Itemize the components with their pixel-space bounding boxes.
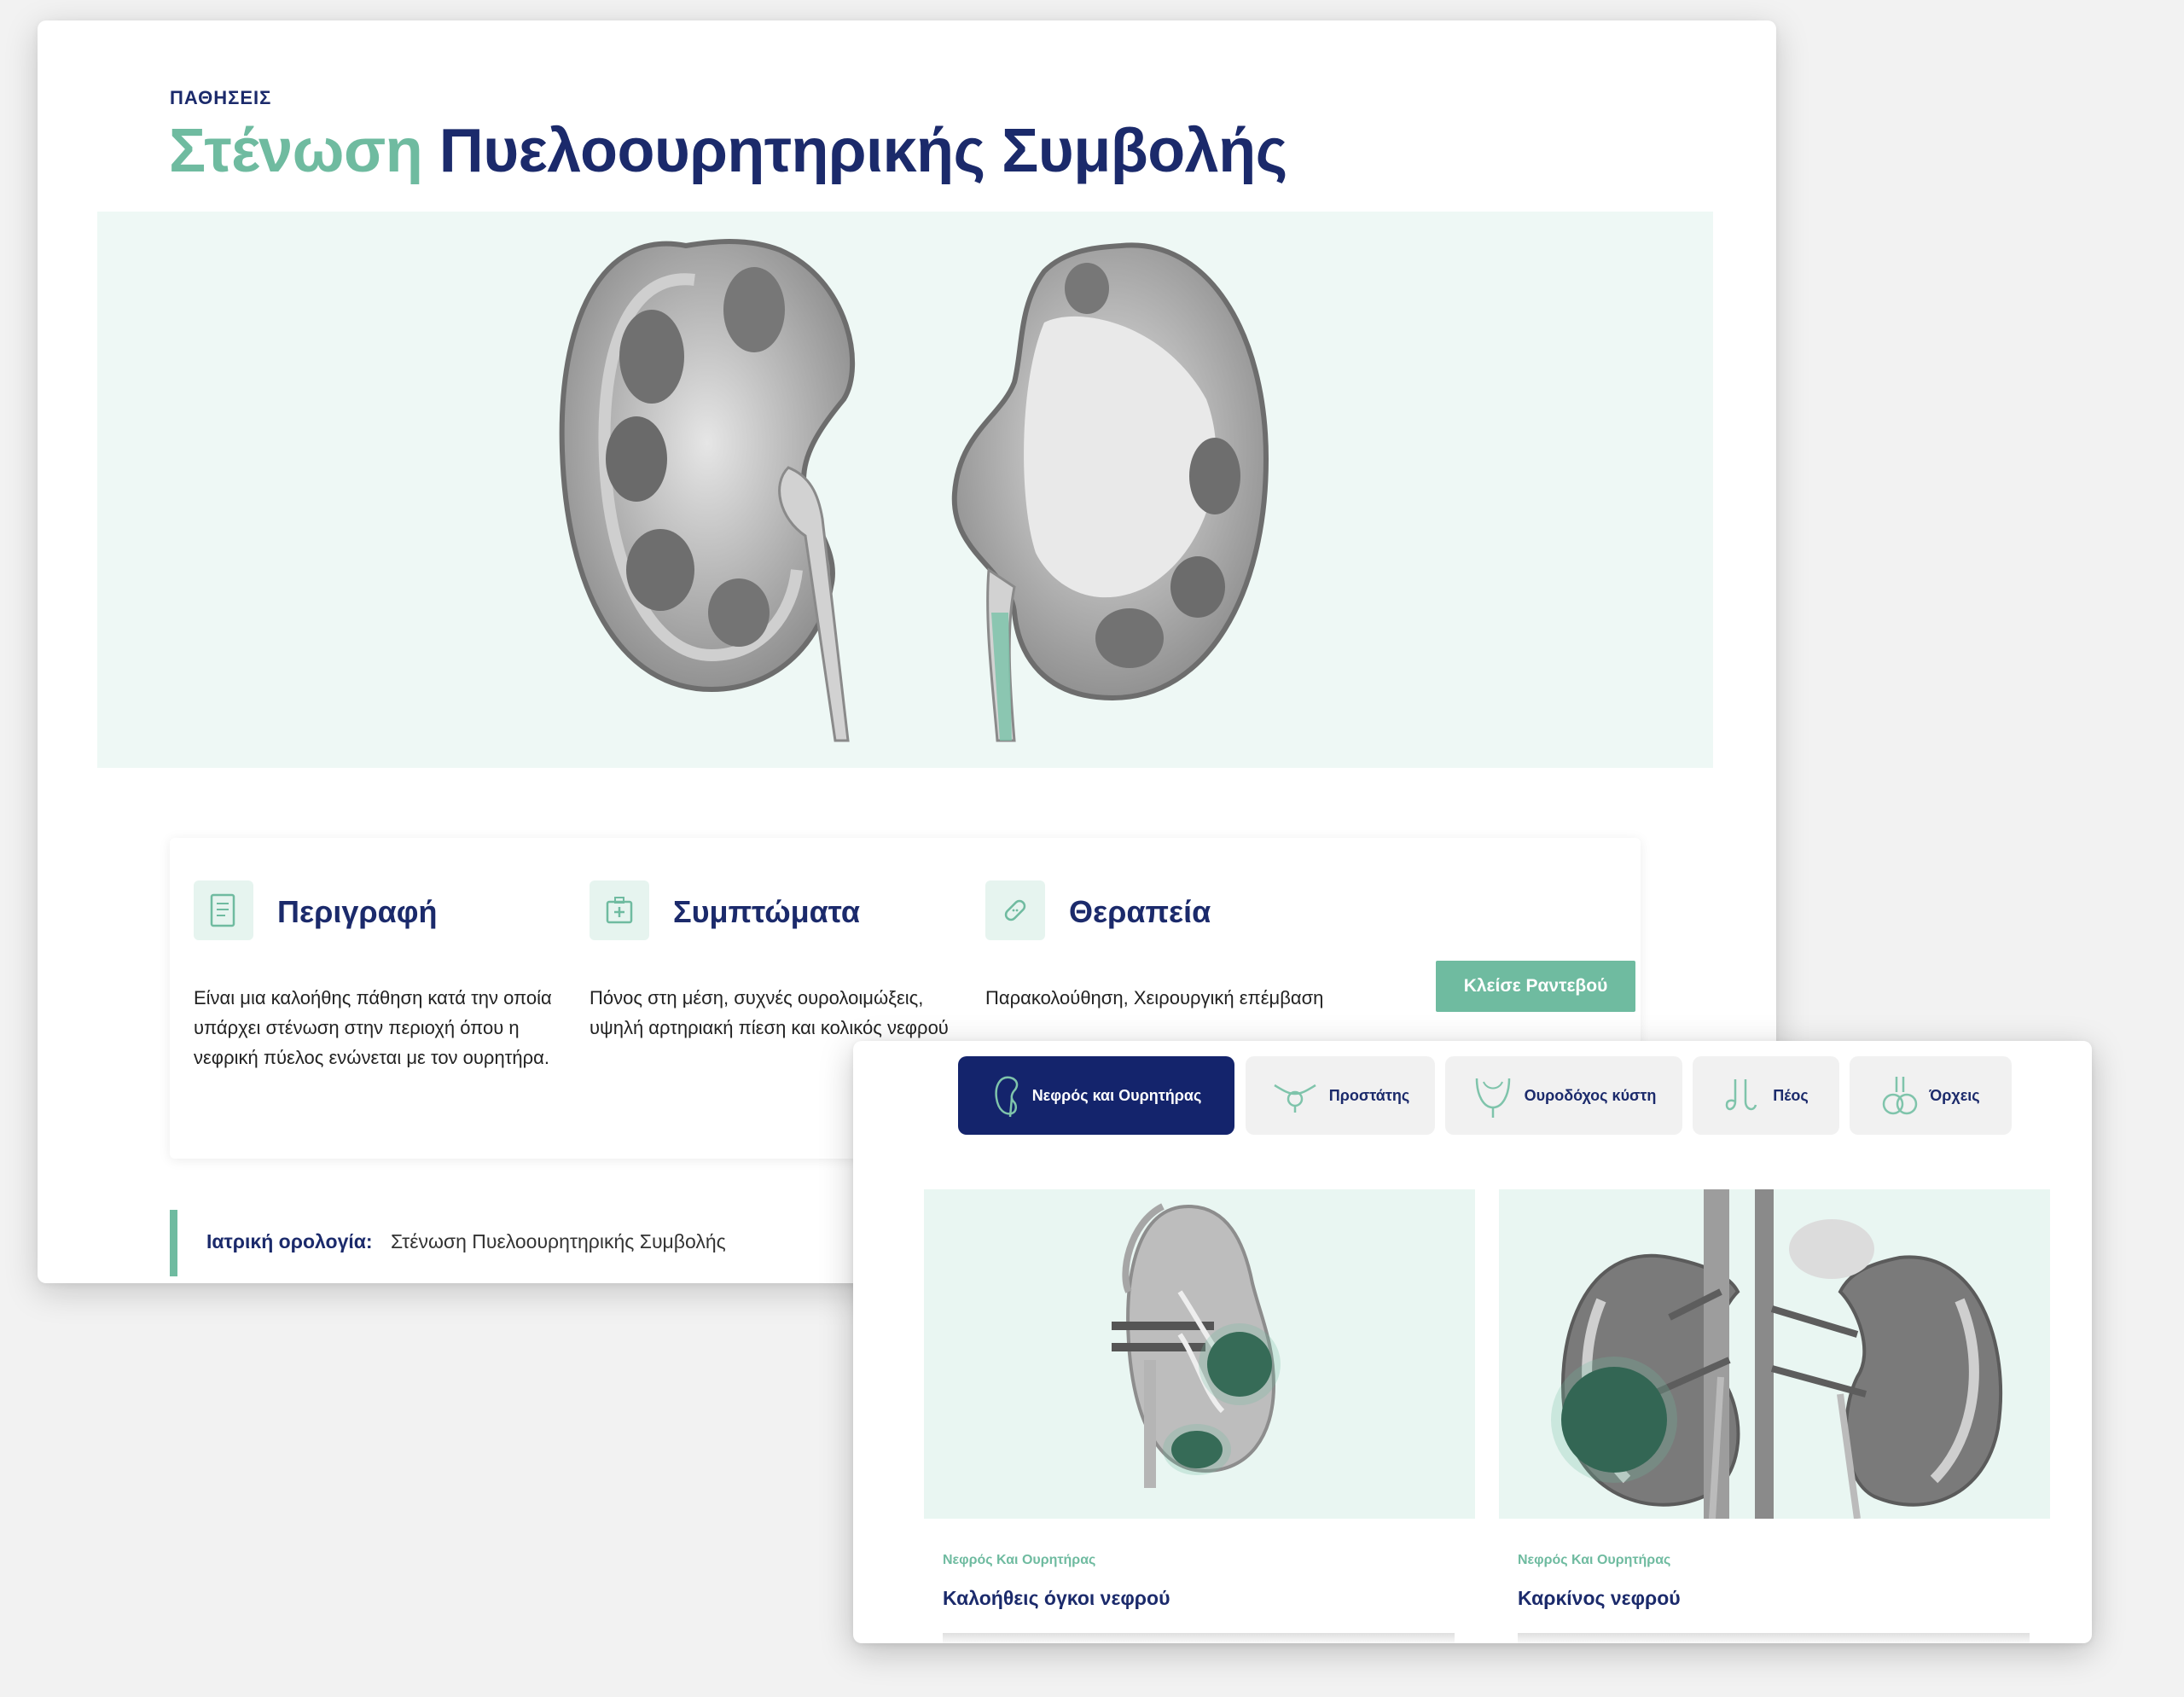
kidney-cross-section-illustration xyxy=(559,239,1269,742)
prostate-icon xyxy=(1274,1084,1316,1113)
article-image xyxy=(924,1189,1475,1519)
symptoms-text: Πόνος στη μέση, συχνές ουρολοιμώξεις, υψ… xyxy=(590,987,949,1038)
article-category: Νεφρός Και Ουρητήρας xyxy=(943,1553,1096,1567)
symptoms-heading: Συμπτώματα xyxy=(673,894,860,929)
terminology-accent-bar xyxy=(170,1210,177,1276)
testes-icon xyxy=(1883,1077,1918,1115)
page-title: Στένωση Πυελοουρητηρικής Συμβολής xyxy=(169,116,1287,186)
tab-label: Νεφρός και Ουρητήρας xyxy=(1031,1086,1202,1104)
bandage-icon xyxy=(985,880,1045,940)
tab-label: Πέος xyxy=(1773,1086,1809,1104)
related-conditions-card: Νεφρός και Ουρητήρας Προστάτης Ουροδόχος… xyxy=(853,1041,2092,1643)
tab-label: Όρχεις xyxy=(1929,1086,1980,1104)
tab-penis[interactable]: Πέος xyxy=(1693,1056,1839,1135)
penis-icon xyxy=(1725,1079,1757,1111)
bladder-icon xyxy=(1475,1078,1510,1118)
article-image xyxy=(1499,1189,2050,1520)
page-title-accent: Στένωση xyxy=(169,117,423,185)
book-appointment-button[interactable]: Κλείσε Ραντεβού xyxy=(1436,961,1635,1012)
article-excerpt-fade xyxy=(1518,1633,2030,1643)
kidney-icon xyxy=(995,1076,1018,1118)
tab-prostate[interactable]: Προστάτης xyxy=(1246,1056,1435,1135)
tab-bladder[interactable]: Ουροδόχος κύστη xyxy=(1445,1056,1682,1135)
kidney-cancer-illustration xyxy=(1551,1189,2002,1520)
page-title-rest: Πυελοουρητηρικής Συμβολής xyxy=(439,117,1287,185)
right-kidney-drawing xyxy=(951,242,1269,742)
tab-kidney-ureter[interactable]: Νεφρός και Ουρητήρας xyxy=(958,1056,1234,1135)
tab-testes[interactable]: Όρχεις xyxy=(1850,1056,2012,1135)
section-eyebrow: ΠΑΘΗΣΕΙΣ xyxy=(170,87,272,108)
treatment-text: Παρακολούθηση, Χειρουργική επέμβαση xyxy=(985,987,1324,1008)
article-card[interactable]: Νεφρός Και Ουρητήρας Καλοήθεις όγκοι νεφ… xyxy=(924,1189,1475,1643)
benign-kidney-tumor-illustration xyxy=(1112,1203,1281,1488)
treatment-heading: Θεραπεία xyxy=(1069,894,1211,929)
terminology-value: Στένωση Πυελοουρητηρικής Συμβολής xyxy=(391,1230,726,1252)
tab-label: Προστάτης xyxy=(1328,1086,1410,1104)
terminology-label: Ιατρική ορολογία: xyxy=(206,1230,373,1252)
left-kidney-drawing xyxy=(559,239,856,742)
article-category: Νεφρός Και Ουρητήρας xyxy=(1518,1553,1671,1567)
description-heading: Περιγραφή xyxy=(277,894,438,929)
article-excerpt-fade xyxy=(943,1633,1455,1643)
article-card[interactable]: Νεφρός Και Ουρητήρας Καρκίνος νεφρού xyxy=(1499,1189,2050,1643)
medical-kit-icon xyxy=(590,880,649,940)
description-text: Είναι μια καλοήθης πάθηση κατά την οποία… xyxy=(194,987,552,1068)
article-title[interactable]: Καλοήθεις όγκοι νεφρού xyxy=(943,1587,1170,1610)
document-icon xyxy=(194,880,253,940)
tab-label: Ουροδόχος κύστη xyxy=(1524,1086,1657,1104)
hero-kidney-illustration xyxy=(97,212,1713,768)
article-title[interactable]: Καρκίνος νεφρού xyxy=(1518,1587,1681,1610)
